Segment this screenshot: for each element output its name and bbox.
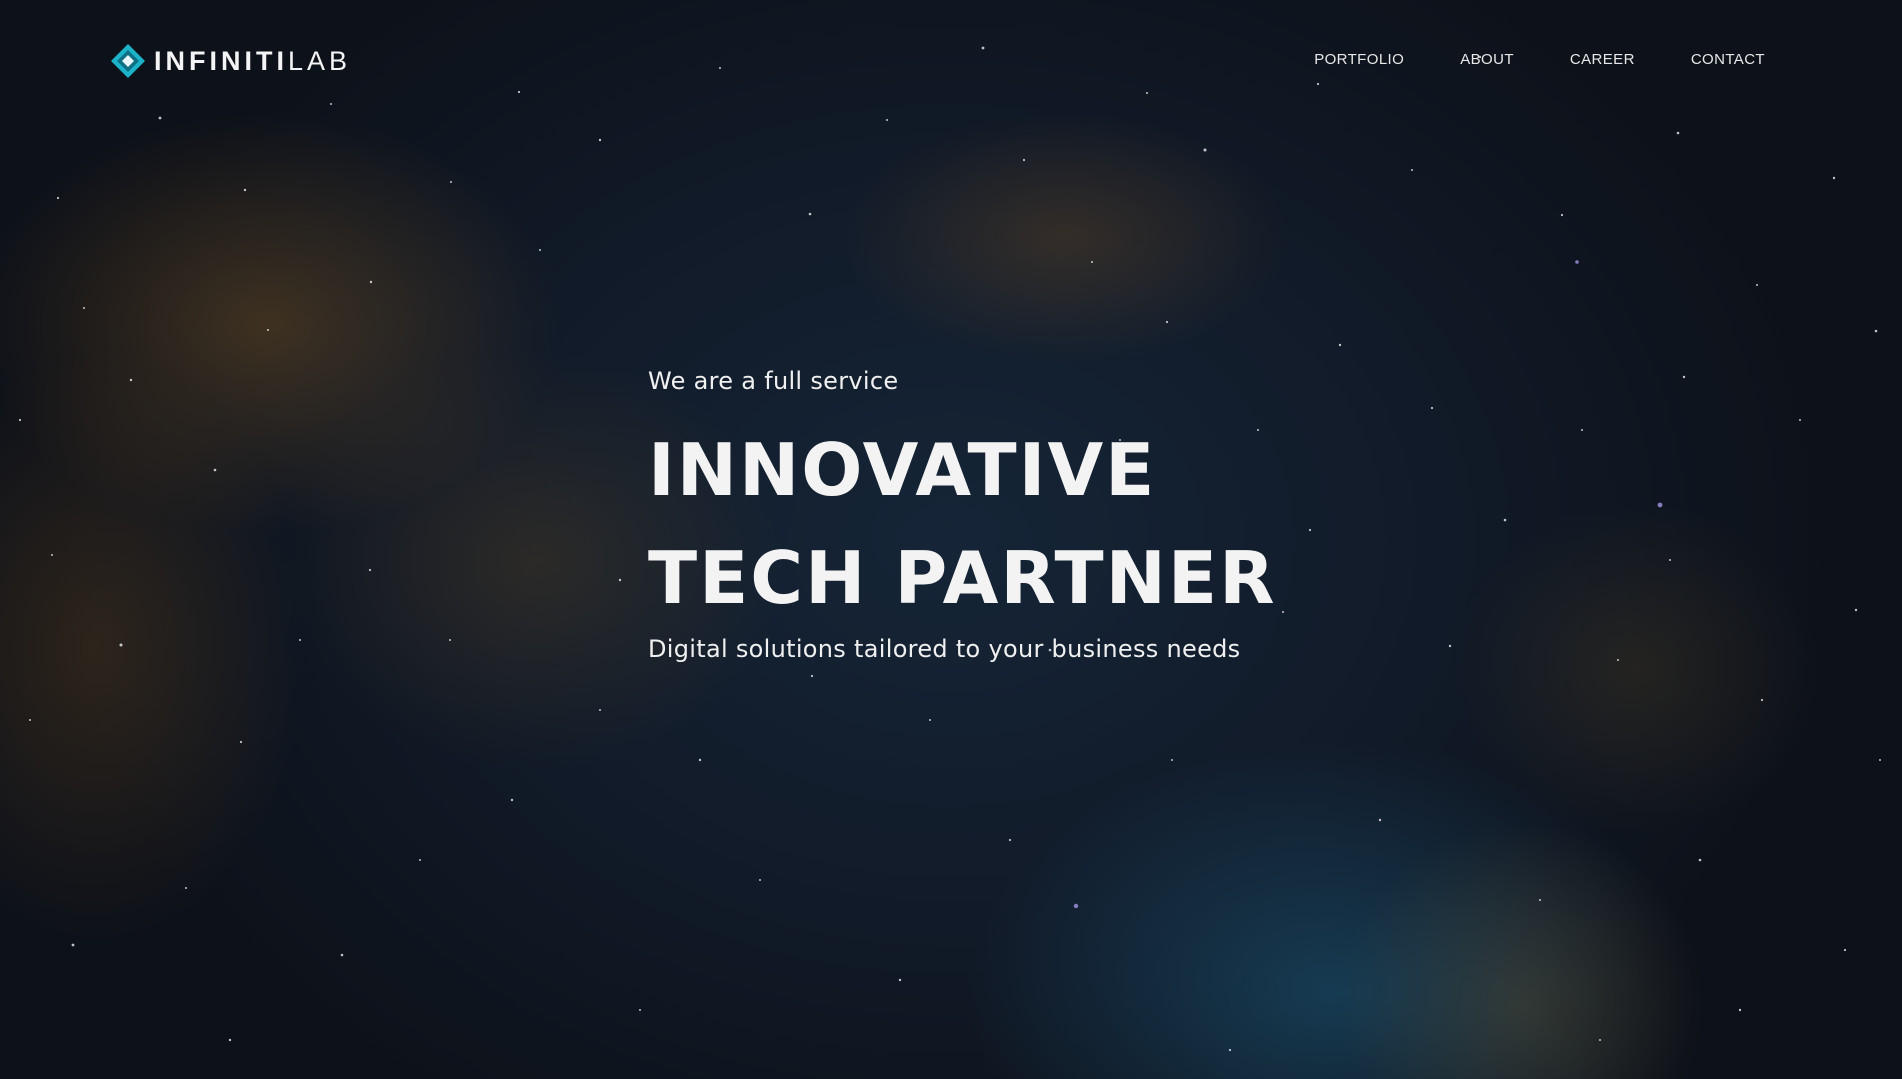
nav-link-portfolio[interactable]: PORTFOLIO (1314, 50, 1404, 70)
landing-page: INFINITILAB PORTFOLIO ABOUT CAREER CONTA… (0, 0, 1902, 1079)
brand-name-light: LAB (288, 46, 352, 76)
nav-link-about[interactable]: ABOUT (1460, 50, 1514, 70)
brand-logo[interactable]: INFINITILAB (110, 43, 351, 79)
nav-link-career[interactable]: CAREER (1570, 50, 1635, 70)
hero-title: INNOVATIVE TECH PARTNER (648, 416, 1348, 632)
top-navigation: INFINITILAB PORTFOLIO ABOUT CAREER CONTA… (0, 0, 1902, 120)
main-menu: PORTFOLIO ABOUT CAREER CONTACT (1314, 50, 1765, 70)
brand-name: INFINITILAB (154, 43, 351, 79)
hero-eyebrow: We are a full service (648, 367, 899, 395)
hero-tagline: Digital solutions tailored to your busin… (648, 635, 1241, 663)
diamond-logo-icon (111, 44, 145, 78)
hero-section: We are a full service INNOVATIVE TECH PA… (648, 364, 1348, 666)
brand-name-strong: INFINITI (154, 46, 288, 76)
nav-link-contact[interactable]: CONTACT (1691, 50, 1765, 70)
hero-title-line-1: INNOVATIVE (648, 428, 1157, 512)
hero-title-line-2: TECH PARTNER (648, 536, 1277, 620)
